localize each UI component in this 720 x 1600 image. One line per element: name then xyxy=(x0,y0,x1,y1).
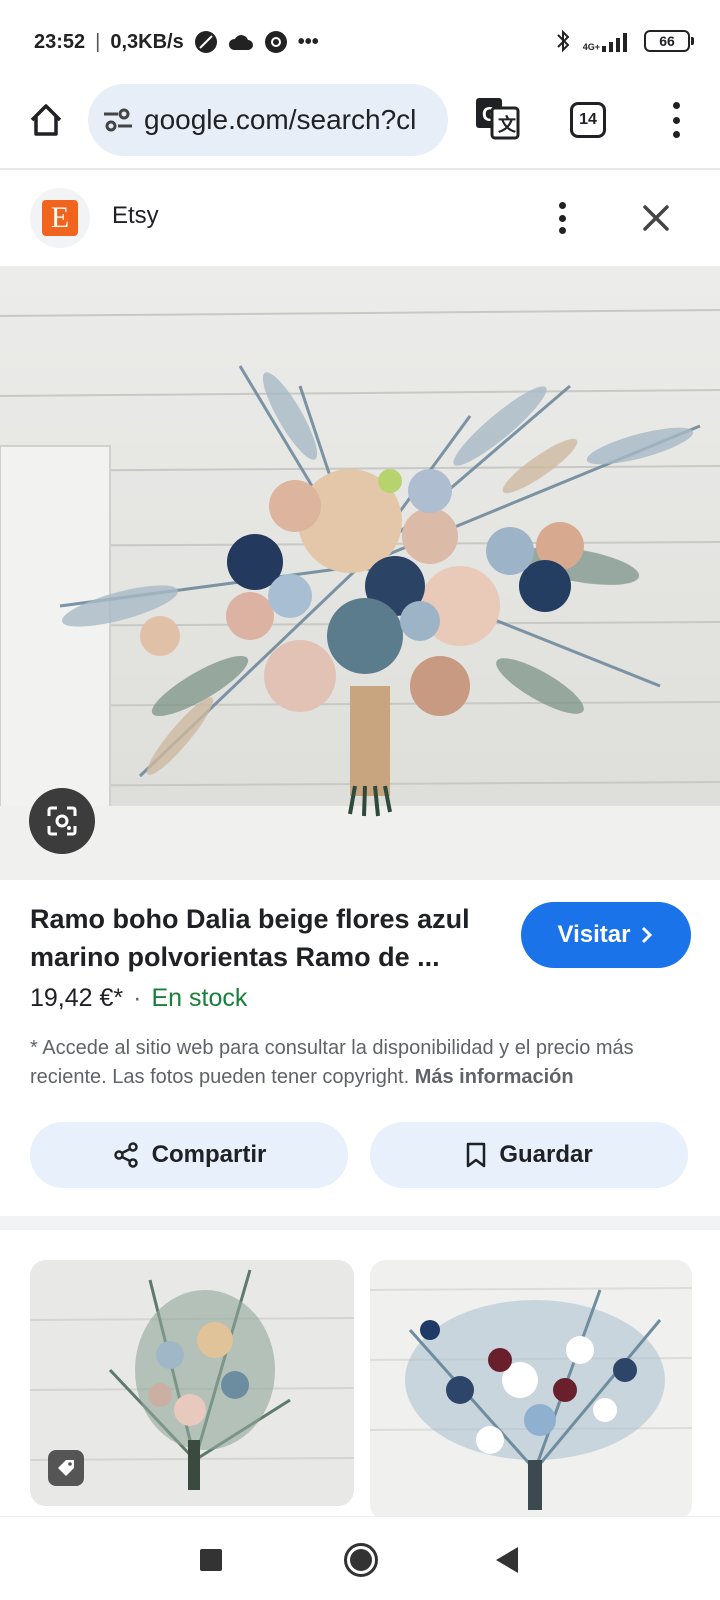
status-separator: | xyxy=(95,30,101,53)
address-bar[interactable]: google.com/search?cl xyxy=(88,84,448,156)
home-icon xyxy=(30,104,62,136)
toolbar-divider xyxy=(0,168,720,170)
status-bar: 23:52 | 0,3KB/s ••• 4G+ 66 xyxy=(0,0,720,84)
stock-status: En stock xyxy=(151,984,248,1012)
etsy-logo-icon: E xyxy=(42,200,78,236)
status-left: 23:52 | 0,3KB/s ••• xyxy=(34,30,319,54)
close-button[interactable] xyxy=(636,198,676,238)
vpn-icon xyxy=(194,31,217,53)
system-nav-bar xyxy=(0,1516,720,1600)
home-button[interactable] xyxy=(26,100,66,140)
home-nav-button[interactable] xyxy=(344,1543,378,1577)
recent-apps-button[interactable] xyxy=(200,1549,222,1571)
share-label: Compartir xyxy=(151,1141,267,1168)
url-text[interactable]: google.com/search?cl xyxy=(144,104,426,136)
bluetooth-icon xyxy=(557,29,570,53)
tab-count: 14 xyxy=(579,111,597,128)
source-name[interactable]: Etsy xyxy=(112,202,159,230)
browser-toolbar: google.com/search?cl G文 14 xyxy=(0,84,720,172)
share-button[interactable]: Compartir xyxy=(30,1122,348,1188)
close-icon xyxy=(643,205,669,231)
disclaimer: * Accede al sitio web para consultar la … xyxy=(30,1034,690,1092)
bouquet-illustration xyxy=(0,266,720,880)
translate-button[interactable]: G文 xyxy=(474,96,520,142)
battery-level: 66 xyxy=(659,33,675,49)
price-row: 19,42 €* · En stock xyxy=(30,984,247,1013)
more-dot xyxy=(558,214,566,222)
status-speed: 0,3KB/s xyxy=(110,30,184,53)
cloud-icon xyxy=(228,35,253,50)
back-button[interactable] xyxy=(496,1547,518,1573)
price-separator: · xyxy=(133,984,142,1012)
more-info-link[interactable]: Más información xyxy=(415,1066,574,1088)
related-image-2[interactable] xyxy=(370,1260,692,1520)
visit-button[interactable]: Visitar xyxy=(521,902,691,968)
source-logo-container[interactable]: E xyxy=(30,188,90,248)
status-time: 23:52 xyxy=(34,30,86,53)
tab-switcher-button[interactable]: 14 xyxy=(570,102,606,138)
chevron-right-icon xyxy=(642,926,653,944)
bookmark-icon xyxy=(467,1142,486,1168)
source-header: E Etsy xyxy=(0,174,720,266)
share-icon xyxy=(113,1142,138,1168)
home-nav-icon xyxy=(350,1549,372,1571)
browser-menu-button[interactable] xyxy=(664,98,688,142)
save-button[interactable]: Guardar xyxy=(370,1122,688,1188)
translate-icon: G文 xyxy=(476,98,520,140)
signal-icon xyxy=(602,33,627,52)
visit-label: Visitar xyxy=(557,921,631,948)
svg-text:文: 文 xyxy=(498,114,517,135)
battery-icon: 66 xyxy=(644,30,694,52)
section-divider xyxy=(0,1216,720,1230)
etsy-logo-letter: E xyxy=(50,201,70,234)
chrome-icon xyxy=(264,31,287,53)
site-settings-icon[interactable] xyxy=(102,106,134,134)
main-product-image[interactable] xyxy=(0,266,720,880)
product-title[interactable]: Ramo boho Dalia beige flores azul marino… xyxy=(30,900,500,976)
lens-icon xyxy=(47,806,77,836)
menu-dot xyxy=(672,131,680,138)
more-dot xyxy=(558,227,566,234)
google-lens-button[interactable] xyxy=(29,788,95,854)
status-right: 4G+ 66 xyxy=(555,28,694,54)
related-image-1[interactable] xyxy=(30,1260,354,1506)
network-indicator: 4G+ xyxy=(583,30,632,52)
source-more-button[interactable] xyxy=(552,200,572,236)
product-tag-icon xyxy=(48,1450,84,1486)
menu-dot xyxy=(672,116,680,124)
save-label: Guardar xyxy=(499,1141,593,1168)
status-more: ••• xyxy=(297,30,319,53)
related-bouquet-2 xyxy=(370,1260,692,1520)
product-price: 19,42 €* xyxy=(30,984,124,1012)
network-type: 4G+ xyxy=(582,42,600,52)
more-dot xyxy=(558,202,566,209)
menu-dot xyxy=(672,102,680,109)
